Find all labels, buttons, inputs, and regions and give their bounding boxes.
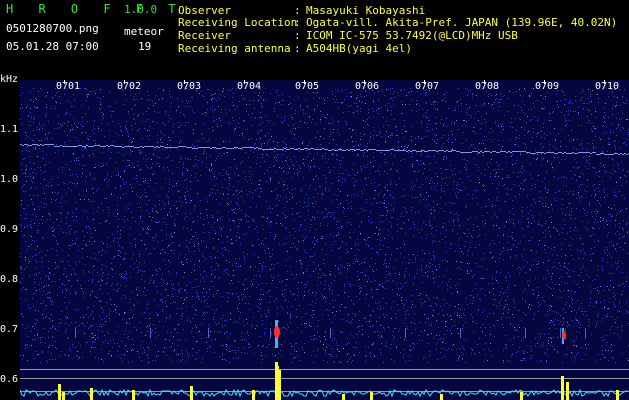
x-tick-0701: 0701 xyxy=(56,81,81,92)
receiver-sep: : xyxy=(294,29,301,42)
low-band-mark xyxy=(75,328,76,338)
receiver-label: Receiver xyxy=(178,29,231,42)
meteor-echo-core xyxy=(274,326,280,338)
meteor-counter-spike xyxy=(616,390,619,400)
meteor-counter-spike xyxy=(62,392,65,400)
receiver-value: ICOM IC-575 53.7492(@LCD)MHz USB xyxy=(306,29,518,42)
x-tick-0707: 0707 xyxy=(415,81,440,92)
header-panel: H R O F F T 1.0.0 0501280700.png meteor … xyxy=(0,0,629,80)
x-tick-0702: 0702 xyxy=(117,81,142,92)
low-band-mark xyxy=(585,328,586,338)
noise-highlights xyxy=(20,88,629,363)
noise-speckles xyxy=(20,88,629,363)
meteor-counter-spike xyxy=(561,376,564,400)
y-tick-1.1: 1.1 xyxy=(0,124,19,135)
meteor-counter-spike xyxy=(370,392,373,400)
app-title: H R O F F T xyxy=(6,2,185,16)
meteor-counter-spike xyxy=(342,394,345,400)
antenna-label: Receiving antenna xyxy=(178,42,291,55)
y-tick-0.7: 0.7 xyxy=(0,324,19,335)
level-line xyxy=(20,378,629,379)
low-band-mark xyxy=(525,328,526,338)
level-line xyxy=(20,369,629,370)
meteor-counter-spike xyxy=(440,394,443,400)
antenna-sep: : xyxy=(294,42,301,55)
meteor-counter-spike xyxy=(252,390,255,400)
level-trace xyxy=(20,388,628,398)
app-version: 1.0.0 xyxy=(124,3,158,16)
low-band-mark xyxy=(270,328,271,338)
x-tick-0705: 0705 xyxy=(295,81,320,92)
y-tick-0.6: 0.6 xyxy=(0,374,19,385)
low-band-mark xyxy=(405,328,406,338)
meteor-counter-spike xyxy=(566,382,569,400)
meteor-counter-spike xyxy=(58,384,61,400)
y-tick-0.9: 0.9 xyxy=(0,224,19,235)
meteor-counter-spike xyxy=(520,392,523,400)
carrier-line xyxy=(20,144,629,155)
meteor-echo-core xyxy=(562,331,566,339)
meteor-counter-spike xyxy=(90,388,93,400)
y-axis-unit: kHz xyxy=(0,74,19,85)
low-band-mark xyxy=(560,328,561,338)
low-band-mark xyxy=(208,328,209,338)
meteor-label: meteor xyxy=(124,25,164,38)
location-sep: : xyxy=(294,16,301,29)
meteor-counter-spike xyxy=(132,390,135,400)
x-tick-0706: 0706 xyxy=(355,81,380,92)
low-band-mark xyxy=(150,328,151,338)
low-band-mark xyxy=(330,328,331,338)
location-label: Receiving Location xyxy=(178,16,298,29)
spectrogram-plot xyxy=(20,80,629,400)
x-tick-0709: 0709 xyxy=(535,81,560,92)
y-tick-1.0: 1.0 xyxy=(0,174,19,185)
file-name: 0501280700.png xyxy=(6,22,99,35)
y-tick-0.8: 0.8 xyxy=(0,274,19,285)
low-band-mark xyxy=(460,328,461,338)
meteor-count: 19 xyxy=(138,40,152,53)
meteor-counter-spike xyxy=(190,386,193,400)
antenna-value: A504HB(yagi 4el) xyxy=(306,42,412,55)
location-value: Ogata-vill. Akita-Pref. JAPAN (139.96E, … xyxy=(306,16,618,29)
x-tick-0710: 0710 xyxy=(595,81,620,92)
date-time: 05.01.28 07:00 xyxy=(6,40,99,53)
x-tick-0708: 0708 xyxy=(475,81,500,92)
x-tick-0704: 0704 xyxy=(237,81,262,92)
meteor-counter-spike xyxy=(278,370,281,400)
spectrogram-canvas xyxy=(20,80,629,400)
x-tick-0703: 0703 xyxy=(177,81,202,92)
